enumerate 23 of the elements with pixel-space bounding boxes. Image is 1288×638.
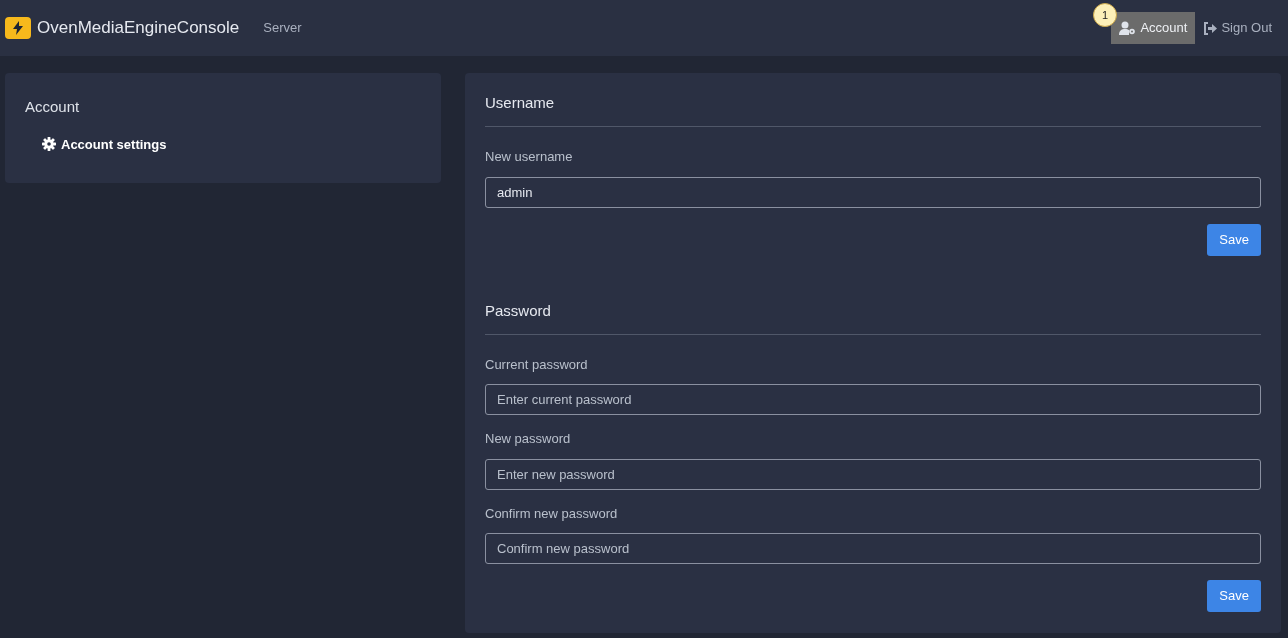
brand-link[interactable]: OvenMediaEngineConsole [37, 15, 240, 41]
input-field[interactable]: Enter new password [485, 458, 1261, 490]
sign-out-link[interactable]: Sign Out [1195, 12, 1280, 44]
section-title: Password [485, 300, 552, 320]
save-button[interactable]: Save [1207, 580, 1261, 612]
user-gear-icon [1119, 21, 1137, 35]
nav-link[interactable]: Server [263, 18, 302, 38]
marker-badge: 1 [1093, 3, 1117, 27]
field-label: New username [485, 148, 574, 166]
sidebar-title: Account [25, 97, 81, 117]
input-field[interactable]: admin [485, 176, 1261, 208]
gear-icon [42, 137, 56, 152]
lightning-logo-icon [5, 17, 31, 39]
sidebar-item[interactable]: Account settings [42, 134, 421, 154]
field-label: Current password [485, 355, 589, 374]
save-button[interactable]: Save [1207, 223, 1261, 256]
input-field[interactable]: Enter current password [485, 384, 1261, 415]
section-title: Username [485, 93, 556, 112]
account-link[interactable]: Account [1111, 12, 1196, 44]
sign-out-icon [1203, 21, 1218, 35]
input-field[interactable]: Confirm new password [485, 533, 1261, 564]
field-label: New password [485, 430, 572, 448]
field-label: Confirm new password [485, 504, 619, 523]
